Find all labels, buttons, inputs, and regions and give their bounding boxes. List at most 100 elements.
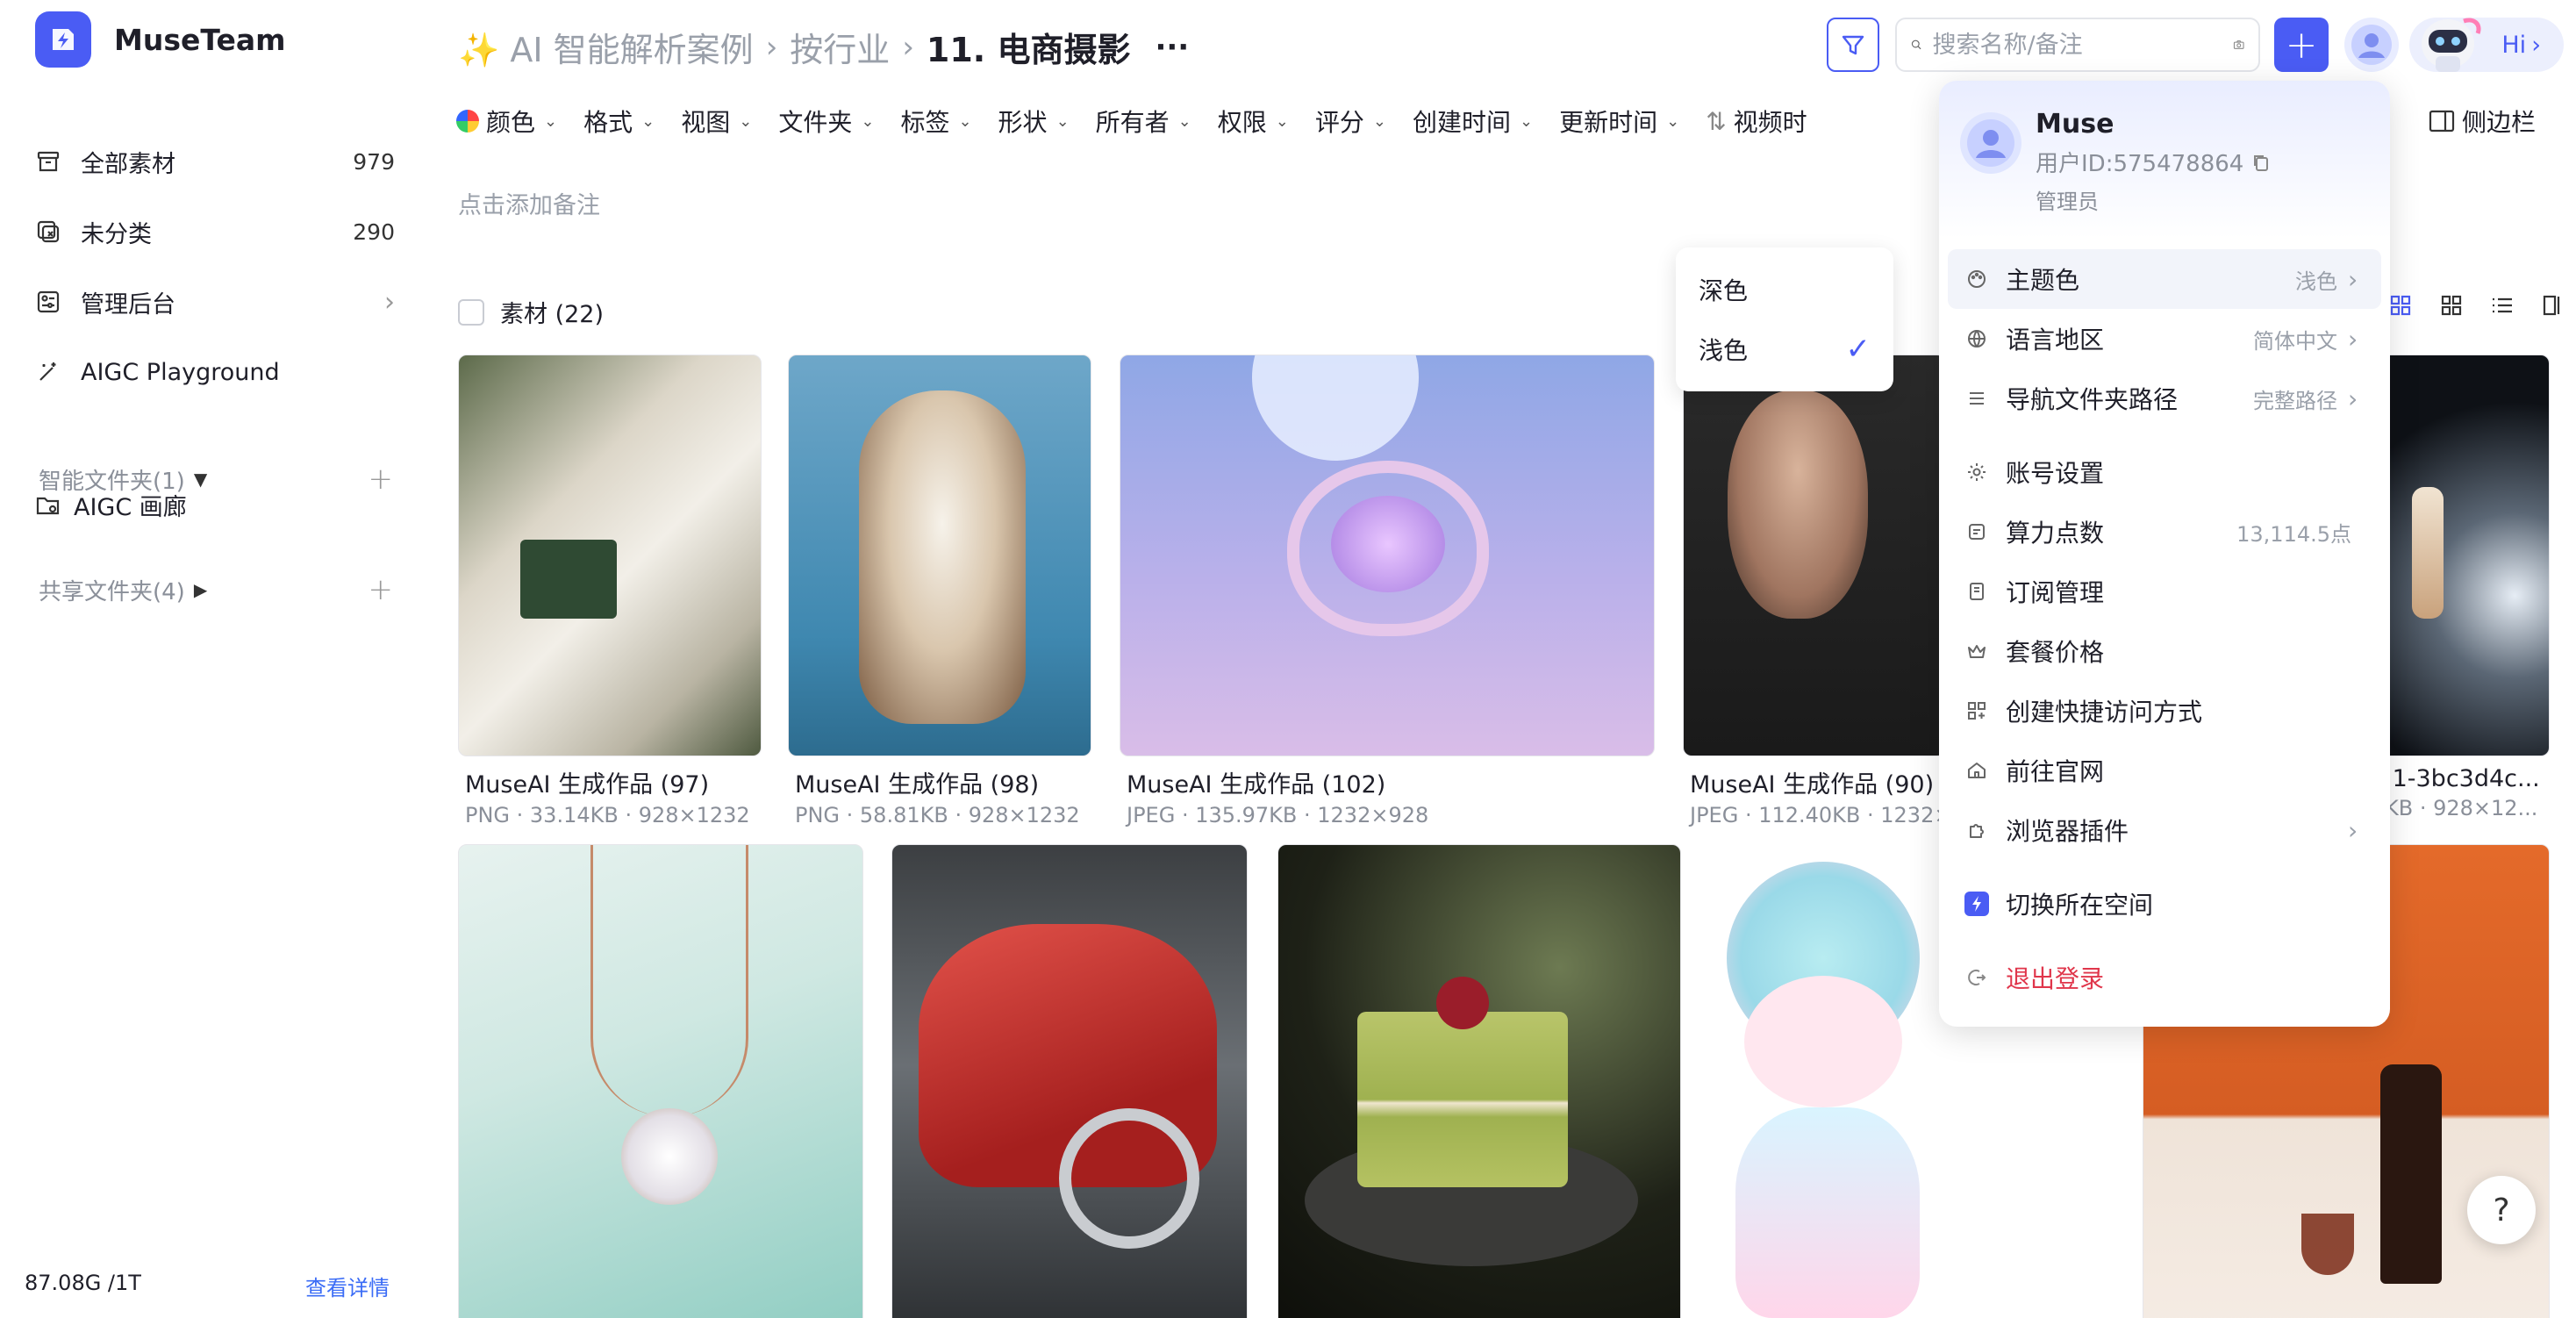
add-smart-folder-button[interactable]: + <box>369 462 394 497</box>
shared-folders-section[interactable]: 共享文件夹(4) ▶ + <box>39 572 393 607</box>
asset-card[interactable]: MuseAI 生成作品 (97) PNG · 33.14KB · 928×123… <box>458 355 762 827</box>
sidebar-item-aigc-playground[interactable]: AIGC Playground <box>35 337 395 407</box>
chevron-down-icon: ⌄ <box>1177 111 1191 131</box>
filter-view[interactable]: 视图 ⌄ <box>681 104 752 139</box>
filter-folder[interactable]: 文件夹 ⌄ <box>778 104 874 139</box>
menu-item-shortcut[interactable]: 创建快捷访问方式 <box>1948 681 2381 741</box>
asset-thumbnail[interactable] <box>788 355 1091 756</box>
sidebar-item-label: 管理后台 <box>81 290 175 319</box>
asset-thumbnail[interactable] <box>1709 844 1939 1318</box>
filter-tag[interactable]: 标签 ⌄ <box>900 104 971 139</box>
account-menu: 主题色 浅色 › 语言地区 简体中文 › 导航文件夹路径 完整路径 › 账号设置… <box>1948 249 2381 1007</box>
copy-icon[interactable] <box>2250 152 2272 173</box>
add-shared-folder-button[interactable]: + <box>369 572 394 607</box>
plus-icon: + <box>2285 22 2318 68</box>
menu-item-browser-plugin[interactable]: 浏览器插件 › <box>1948 800 2381 860</box>
asset-card[interactable] <box>891 844 1248 1318</box>
menu-item-credits[interactable]: 算力点数 13,114.5点 <box>1948 502 2381 562</box>
sidebar-item-label: 全部素材 <box>81 150 175 178</box>
grid-view-icon[interactable] <box>2386 291 2415 319</box>
storage-details-link[interactable]: 查看详情 <box>305 1271 390 1301</box>
folder-item-aigc-gallery[interactable]: AIGC 画廊 <box>35 488 187 522</box>
sidebar-toggle-button[interactable]: 侧边栏 <box>2429 104 2536 139</box>
logo-icon <box>35 11 91 68</box>
breadcrumb-item[interactable]: 按行业 <box>790 23 890 71</box>
menu-item-pricing[interactable]: 套餐价格 <box>1948 621 2381 681</box>
asset-card[interactable] <box>458 844 863 1318</box>
sidebar-item-label: 未分类 <box>81 220 152 248</box>
asset-card[interactable]: MuseAI 生成作品 (98) PNG · 58.81KB · 928×123… <box>788 355 1091 827</box>
filter-created[interactable]: 创建时间 ⌄ <box>1413 104 1533 139</box>
more-options-button[interactable]: ··· <box>1155 30 1189 65</box>
asset-card[interactable]: MuseAI 生成作品 (90) JPEG · 112.40KB · 1232× <box>1683 355 1952 827</box>
filter-label: 标签 <box>900 108 950 137</box>
detail-view-icon[interactable] <box>2539 291 2567 319</box>
sidebar-item-admin[interactable]: 管理后台 › <box>35 267 395 337</box>
asset-thumbnail[interactable] <box>458 844 863 1318</box>
search-input[interactable] <box>1932 31 2233 59</box>
storage-used: 87.08G /1T <box>25 1271 141 1295</box>
sidebar-item-uncategorized[interactable]: 未分类 290 <box>35 197 395 267</box>
asset-name: .1-3bc3d4c... <box>2385 765 2540 792</box>
camera-icon[interactable] <box>2233 33 2244 56</box>
asset-card[interactable]: .1-3bc3d4c... KB · 928×12... <box>2378 355 2550 820</box>
add-button[interactable]: + <box>2274 18 2329 72</box>
menu-spacer <box>1948 934 2381 948</box>
filter-updated[interactable]: 更新时间 ⌄ <box>1559 104 1679 139</box>
sidebar-item-all-assets[interactable]: 全部素材 979 <box>35 126 395 197</box>
menu-item-nav-path[interactable]: 导航文件夹路径 完整路径 › <box>1948 369 2381 428</box>
crown-icon <box>1964 641 1990 662</box>
chevron-down-icon: ⌄ <box>1055 111 1070 131</box>
caret-right-icon[interactable]: ▶ <box>194 579 207 600</box>
filter-button[interactable] <box>1827 18 1879 72</box>
list-view-icon[interactable] <box>2488 291 2516 319</box>
theme-option-label: 浅色 <box>1699 336 1749 365</box>
puzzle-icon <box>1964 820 1990 841</box>
filter-icon <box>1842 35 1864 55</box>
asset-meta: JPEG · 112.40KB · 1232× <box>1690 803 1952 827</box>
section-title: 共享文件夹(4) <box>39 578 185 605</box>
menu-item-subscription[interactable]: 订阅管理 <box>1948 562 2381 621</box>
asset-card[interactable]: MuseAI 生成作品 (102) JPEG · 135.97KB · 1232… <box>1120 355 1655 827</box>
asset-thumbnail[interactable] <box>891 844 1248 1318</box>
caret-down-icon[interactable]: ▼ <box>194 469 207 490</box>
filter-color[interactable]: 颜色 ⌄ <box>456 104 557 139</box>
menu-item-switch-space[interactable]: 切换所在空间 <box>1948 874 2381 934</box>
filter-label: 所有者 <box>1095 108 1170 137</box>
asset-thumbnail[interactable] <box>1277 844 1681 1318</box>
masonry-view-icon[interactable] <box>2437 291 2465 319</box>
menu-item-value: 完整路径 <box>2253 388 2337 413</box>
filter-permission[interactable]: 权限 ⌄ <box>1218 104 1289 139</box>
select-all-checkbox[interactable] <box>458 298 484 326</box>
sidebar: MuseTeam 全部素材 979 未分类 290 管理后台 › AIGC Pl… <box>0 0 430 1318</box>
menu-item-logout[interactable]: 退出登录 <box>1948 948 2381 1007</box>
theme-option-dark[interactable]: 深色 <box>1676 260 1893 319</box>
filter-shape[interactable]: 形状 ⌄ <box>998 104 1070 139</box>
logo[interactable]: MuseTeam <box>35 11 286 68</box>
filter-label: 视图 <box>681 108 731 137</box>
asset-card[interactable] <box>1709 844 1939 1318</box>
filter-format[interactable]: 格式 ⌄ <box>583 104 655 139</box>
filter-owner[interactable]: 所有者 ⌄ <box>1096 104 1191 139</box>
chevron-right-icon: › <box>2348 383 2358 413</box>
asset-thumbnail[interactable] <box>1683 355 1946 756</box>
filter-rating[interactable]: 评分 ⌄ <box>1315 104 1386 139</box>
user-avatar[interactable] <box>2344 18 2399 72</box>
menu-item-account-settings[interactable]: 账号设置 <box>1948 442 2381 502</box>
search-box[interactable] <box>1895 18 2260 72</box>
asset-thumbnail[interactable] <box>458 355 762 756</box>
help-button[interactable]: ? <box>2467 1176 2536 1244</box>
breadcrumb-item[interactable]: ✨ AI 智能解析案例 <box>458 23 754 71</box>
chevron-right-icon: › <box>902 29 914 65</box>
menu-item-label: 算力点数 <box>2006 519 2105 548</box>
menu-item-website[interactable]: 前往官网 <box>1948 741 2381 800</box>
asset-card[interactable] <box>1277 844 1681 1318</box>
theme-option-light[interactable]: 浅色 ✓ <box>1676 319 1893 379</box>
menu-lines-icon <box>1964 388 1990 409</box>
menu-item-language[interactable]: 语言地区 简体中文 › <box>1948 309 2381 369</box>
sort-video-duration[interactable]: ⇅ 视频时 <box>1706 104 1807 139</box>
asset-thumbnail[interactable] <box>2378 355 2550 756</box>
add-note[interactable]: 点击添加备注 <box>458 186 600 220</box>
menu-item-theme[interactable]: 主题色 浅色 › <box>1948 249 2381 309</box>
asset-thumbnail[interactable] <box>1120 355 1655 756</box>
